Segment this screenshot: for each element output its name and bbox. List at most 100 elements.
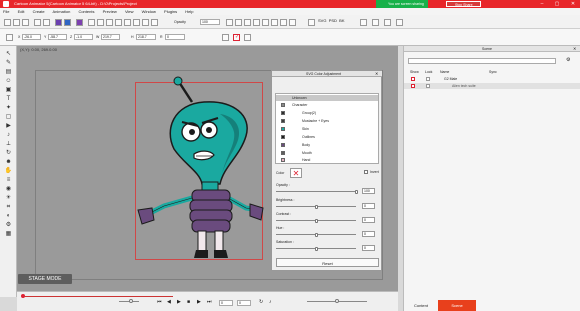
play-icon[interactable]: ▶ bbox=[177, 299, 181, 305]
opacity-slider[interactable] bbox=[276, 191, 356, 192]
scene-settings-icon[interactable]: ⚙ bbox=[566, 57, 570, 63]
hue-slider-knob[interactable] bbox=[314, 232, 318, 237]
tree-row-outlines[interactable]: Outlines bbox=[276, 134, 378, 140]
link-icon[interactable] bbox=[262, 19, 269, 26]
audio-toggle-icon[interactable]: ♪ bbox=[269, 299, 272, 305]
playhead[interactable] bbox=[21, 294, 25, 298]
render-icon[interactable] bbox=[280, 19, 287, 26]
fit-view-icon[interactable] bbox=[142, 19, 149, 26]
new-project-icon[interactable] bbox=[4, 19, 11, 26]
render-tool-icon[interactable]: ▦ bbox=[4, 230, 13, 238]
props-icon[interactable]: ▣ bbox=[4, 86, 13, 94]
opacity-slider-knob[interactable] bbox=[354, 189, 358, 194]
zoom-knob[interactable] bbox=[335, 299, 339, 303]
menu-plugins[interactable]: Plugins bbox=[164, 9, 177, 14]
undo-icon[interactable] bbox=[34, 19, 41, 26]
saturation-value[interactable]: 0 bbox=[362, 245, 375, 251]
lock-checkbox[interactable] bbox=[426, 77, 430, 81]
group-icon[interactable] bbox=[253, 19, 260, 26]
camera-tool-icon[interactable]: ◉ bbox=[4, 185, 13, 193]
scene-search-input[interactable] bbox=[408, 58, 556, 64]
character-composer-icon[interactable] bbox=[55, 19, 62, 26]
face-icon[interactable]: ☻ bbox=[4, 158, 13, 166]
rotate-tool-icon[interactable] bbox=[106, 19, 113, 26]
reset-transform-icon[interactable] bbox=[244, 34, 251, 41]
brightness-slider-knob[interactable] bbox=[314, 204, 318, 209]
tab-scene[interactable]: Scene bbox=[438, 300, 476, 311]
gear-icon[interactable]: ⚙ bbox=[4, 221, 13, 229]
color-swatch[interactable] bbox=[281, 103, 285, 107]
color-swatch[interactable] bbox=[281, 135, 285, 139]
flip-horizontal-icon[interactable] bbox=[226, 19, 233, 26]
crop-icon[interactable]: ⌗ bbox=[4, 203, 13, 211]
psd-button[interactable]: PSD bbox=[329, 18, 337, 23]
flip-vertical-icon[interactable] bbox=[235, 19, 242, 26]
menu-preview[interactable]: Preview bbox=[103, 9, 117, 14]
mask-icon[interactable]: ◐ bbox=[4, 212, 13, 220]
confirm-check-icon[interactable]: ✓ bbox=[233, 34, 240, 41]
total-frames-input[interactable]: 0 bbox=[237, 300, 251, 306]
brightness-value[interactable]: 0 bbox=[362, 203, 375, 209]
color-swatch[interactable] bbox=[281, 151, 285, 155]
lock-icon[interactable] bbox=[271, 19, 278, 26]
opacity-value[interactable]: 100 bbox=[362, 188, 375, 194]
dialog-close-icon[interactable]: ✕ bbox=[375, 71, 378, 76]
r-input[interactable]: 0 bbox=[165, 34, 185, 40]
tree-row-skin[interactable]: Skin bbox=[276, 126, 378, 132]
tree-row-mustache-eyes[interactable]: Mustache + Eyes bbox=[276, 118, 378, 124]
align-icon[interactable] bbox=[244, 19, 251, 26]
close-icon[interactable]: ✕ bbox=[566, 0, 580, 8]
menu-edit[interactable]: Edit bbox=[18, 9, 25, 14]
tree-row-unknown[interactable]: Unknown bbox=[276, 95, 378, 101]
show-checkbox[interactable] bbox=[411, 77, 415, 81]
effects-icon[interactable]: ✦ bbox=[4, 104, 13, 112]
puppet-icon[interactable]: ✋ bbox=[4, 167, 13, 175]
pivot-icon[interactable] bbox=[372, 19, 379, 26]
select-tool-icon[interactable] bbox=[88, 19, 95, 26]
first-frame-icon[interactable]: ⏮ bbox=[157, 299, 162, 305]
scene-close-icon[interactable]: ✕ bbox=[573, 46, 576, 51]
select-icon[interactable]: ↖ bbox=[4, 50, 13, 58]
scene-row[interactable]: Alien tech suite bbox=[404, 83, 580, 89]
tree-row-hand[interactable]: Hand bbox=[276, 157, 378, 163]
maximize-icon[interactable]: ▢ bbox=[550, 0, 564, 8]
alien-character[interactable] bbox=[134, 74, 264, 264]
import-icon[interactable] bbox=[360, 19, 367, 26]
scene-row[interactable]: G2 Male bbox=[404, 76, 580, 82]
menu-contents[interactable]: Contents bbox=[78, 9, 94, 14]
minimize-icon[interactable]: – bbox=[535, 0, 549, 8]
x-input[interactable]: -26.0 bbox=[22, 34, 41, 40]
bk-button[interactable]: BK bbox=[339, 18, 344, 23]
color-picker-button[interactable]: ✕ bbox=[290, 168, 302, 178]
move-tool-icon[interactable] bbox=[97, 19, 104, 26]
timeline-icon[interactable]: ≡ bbox=[4, 176, 13, 184]
tree-row-character[interactable]: Character bbox=[276, 102, 378, 108]
text-icon[interactable]: T bbox=[4, 95, 13, 103]
hue-value[interactable]: 0 bbox=[362, 231, 375, 237]
tree-row-mouth[interactable]: Mouth bbox=[276, 150, 378, 156]
invert-checkbox[interactable] bbox=[364, 170, 368, 174]
reset-button[interactable]: Reset bbox=[276, 258, 379, 267]
bone-icon[interactable] bbox=[289, 19, 296, 26]
camera-icon[interactable] bbox=[151, 19, 158, 26]
stop-share-button[interactable]: Stop Share bbox=[446, 1, 481, 7]
saturation-slider-knob[interactable] bbox=[314, 246, 318, 251]
speed-knob[interactable] bbox=[129, 299, 133, 303]
stop-icon[interactable]: ■ bbox=[187, 299, 190, 305]
scale-tool-icon[interactable] bbox=[115, 19, 122, 26]
svg-button[interactable]: SVG bbox=[318, 18, 326, 23]
grid-icon[interactable] bbox=[396, 19, 403, 26]
menu-window[interactable]: Window bbox=[142, 9, 156, 14]
last-frame-icon[interactable]: ⏭ bbox=[207, 299, 212, 305]
menu-view[interactable]: View bbox=[125, 9, 134, 14]
export-icon[interactable] bbox=[308, 19, 315, 26]
transform-icon[interactable] bbox=[6, 34, 13, 41]
video-icon[interactable]: ▶ bbox=[4, 122, 13, 130]
sprite-editor-icon[interactable] bbox=[76, 19, 83, 26]
audio-icon[interactable]: ♪ bbox=[4, 131, 13, 139]
h-input[interactable]: 218.7 bbox=[136, 34, 156, 40]
loop-icon[interactable]: ↻ bbox=[259, 299, 263, 305]
image-icon[interactable]: ▢ bbox=[4, 113, 13, 121]
redo-icon[interactable] bbox=[43, 19, 50, 26]
frame-input[interactable]: 0 bbox=[219, 300, 233, 306]
